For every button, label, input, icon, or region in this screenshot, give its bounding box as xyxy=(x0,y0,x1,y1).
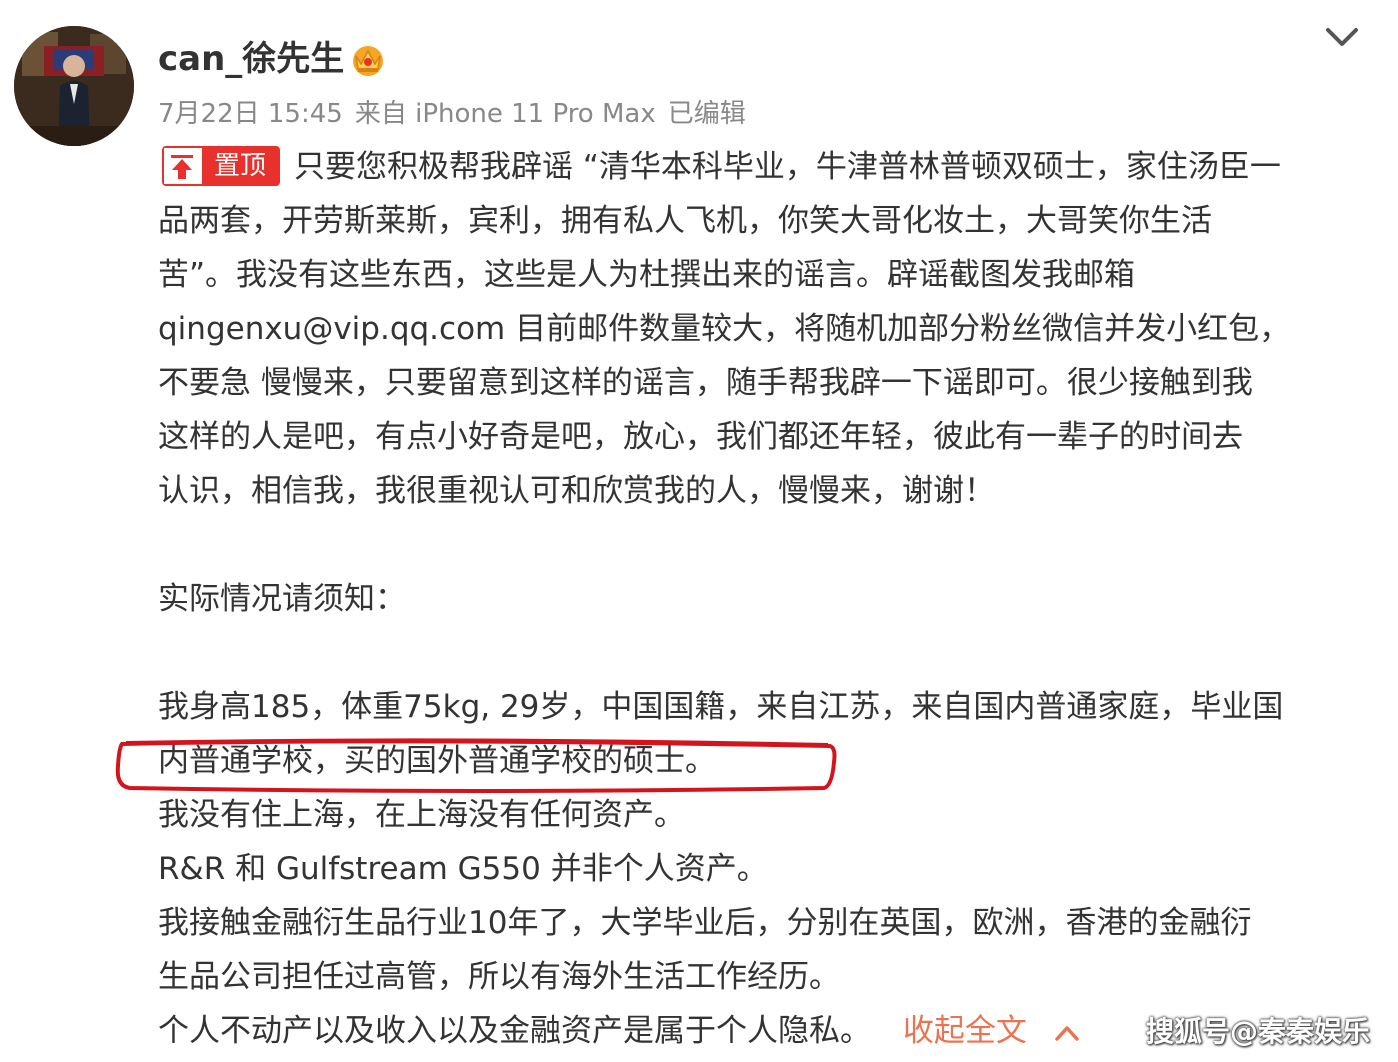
avatar[interactable] xyxy=(14,26,134,146)
post-text-line: 我没有住上海，在上海没有任何资产。 xyxy=(158,797,685,833)
post-text-line: 个人不动产以及收入以及金融资产是属于个人隐私。 xyxy=(158,1013,871,1049)
pin-up-arrow-icon xyxy=(164,148,202,184)
pinned-badge: 置顶 xyxy=(162,146,280,186)
watermark: 搜狐号@秦秦娱乐 xyxy=(1146,1015,1371,1048)
chevron-up-icon[interactable] xyxy=(1053,1023,1081,1043)
pinned-label: 置顶 xyxy=(202,148,278,184)
post-source: 来自 iPhone 11 Pro Max xyxy=(354,99,656,129)
chevron-down-icon[interactable] xyxy=(1322,22,1362,52)
username[interactable]: can_徐先生 xyxy=(158,36,344,82)
collapse-label[interactable]: 收起全文 xyxy=(903,1013,1027,1049)
post-text-line: 不要急 慢慢来，只要留意到这样的谣言，随手帮我辟一下谣即可。很少接触到我 xyxy=(158,365,1253,401)
post-text-line: 我接触金融衍生品行业10年了，大学毕业后，分别在英国，欧洲，香港的金融衍 xyxy=(158,905,1252,941)
post-text-line: 品两套，开劳斯莱斯，宾利，拥有私人飞机，你笑大哥化妆土，大哥笑你生活 xyxy=(158,203,1212,239)
avatar-image xyxy=(14,26,134,146)
collapse-full-text-link[interactable]: 收起全文 xyxy=(903,1013,1081,1049)
post-text-heading: 实际情况请须知： xyxy=(158,581,406,617)
post-text-line: 生品公司担任过高管，所以有海外生活工作经历。 xyxy=(158,959,840,995)
post-text-line: qingenxu@vip.qq.com 目前邮件数量较大，将随机加部分粉丝微信并… xyxy=(158,311,1291,347)
post-text-line: R&R 和 Gulfstream G550 并非个人资产。 xyxy=(158,851,768,887)
edited-label[interactable]: 已编辑 xyxy=(668,99,746,129)
post-timestamp[interactable]: 7月22日 15:45 xyxy=(158,99,343,129)
red-highlight-annotation xyxy=(115,738,837,793)
post-text-line: 这样的人是吧，有点小好奇是吧，放心，我们都还年轻，彼此有一辈子的时间去 xyxy=(158,419,1243,455)
post-text-line: 苦”。我没有这些东西，这些是人为杜撰出来的谣言。辟谣截图发我邮箱 xyxy=(158,257,1136,293)
post-text-line: 我身高185，体重75kg, 29岁，中国国籍，来自江苏，来自国内普通家庭，毕业… xyxy=(158,689,1284,725)
post-text-line: 认识，相信我，我很重视认可和欣赏我的人，慢慢来，谢谢！ xyxy=(158,473,995,509)
crown-badge-icon[interactable] xyxy=(348,42,388,78)
post-meta: 7月22日 15:45 来自 iPhone 11 Pro Max 已编辑 xyxy=(158,96,758,132)
post-text-line: 只要您积极帮我辟谣 “清华本科毕业，牛津普林普顿双硕士，家住汤臣一 xyxy=(294,149,1281,185)
